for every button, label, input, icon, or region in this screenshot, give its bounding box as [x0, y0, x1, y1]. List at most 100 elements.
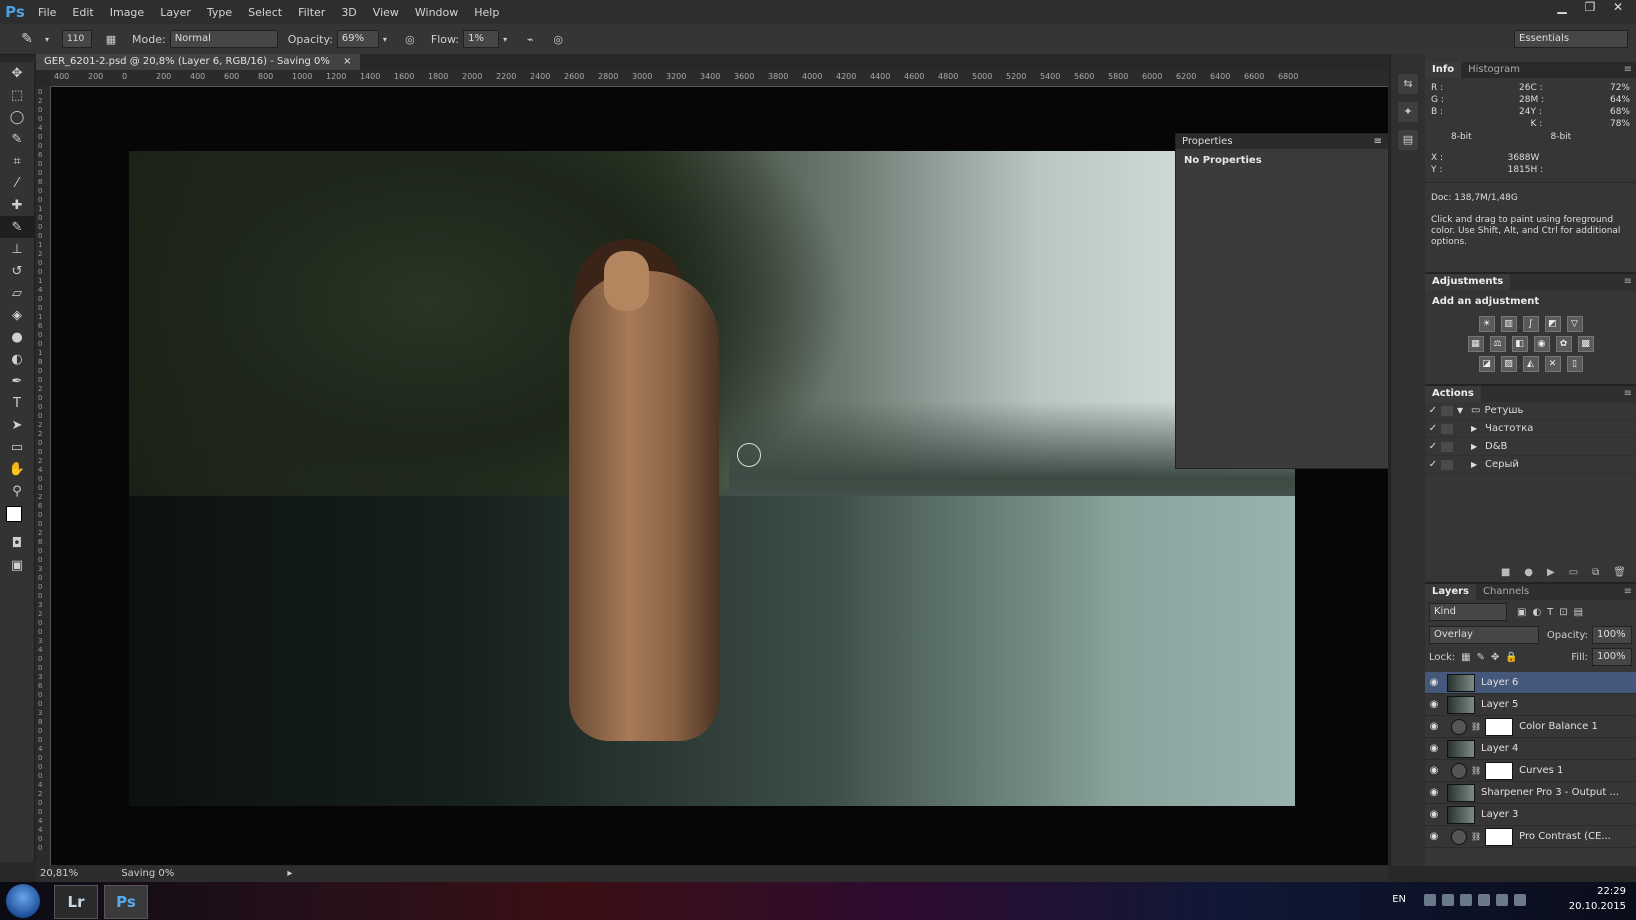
properties-panel-icon[interactable]: ▤: [1398, 130, 1418, 150]
layer-mask-thumbnail[interactable]: [1485, 827, 1514, 846]
layer-mask-thumbnail[interactable]: [1485, 761, 1514, 780]
rectangle-tool-icon[interactable]: ▭: [0, 436, 34, 458]
stop-icon[interactable]: ■: [1501, 567, 1510, 578]
invert-icon[interactable]: ◪: [1478, 356, 1495, 372]
color-balance-icon[interactable]: ⚖: [1489, 336, 1506, 352]
play-icon[interactable]: ▶: [1547, 567, 1555, 578]
layer-name[interactable]: Color Balance 1: [1519, 721, 1598, 732]
link-chain-icon[interactable]: ⛓: [1471, 722, 1481, 731]
adjustments-menu-icon[interactable]: ≡: [1624, 274, 1636, 290]
pressure-size-icon[interactable]: ◎: [547, 33, 569, 46]
vibrance-icon[interactable]: ▽: [1566, 316, 1583, 332]
action-row[interactable]: ✓ ▶ Частотка: [1425, 420, 1636, 438]
layer-name[interactable]: Layer 5: [1481, 699, 1518, 710]
dialog-toggle[interactable]: [1441, 441, 1453, 452]
expand-triangle-icon[interactable]: ▶: [1471, 424, 1485, 433]
close-window-button[interactable]: ✕: [1606, 0, 1630, 20]
layer-name[interactable]: Pro Contrast (CE...: [1519, 831, 1611, 842]
expand-triangle-icon[interactable]: ▼: [1457, 406, 1471, 415]
menu-file[interactable]: File: [30, 6, 64, 19]
selective-color-icon[interactable]: ✕: [1544, 356, 1561, 372]
crop-tool-icon[interactable]: ⌗: [0, 150, 34, 172]
visibility-eye-icon[interactable]: ◉: [1425, 831, 1443, 842]
menu-3d[interactable]: 3D: [333, 6, 364, 19]
new-action-icon[interactable]: ⧉: [1592, 567, 1599, 578]
menu-select[interactable]: Select: [240, 6, 290, 19]
layer-row[interactable]: ◉ Layer 4: [1425, 738, 1636, 760]
lock-icons[interactable]: ▦✎✥🔒: [1461, 652, 1524, 663]
photoshop-taskbar-button[interactable]: Ps: [104, 885, 148, 919]
quick-mask-icon[interactable]: ◘: [0, 532, 34, 554]
action-toggle-checkbox[interactable]: ✓: [1425, 459, 1441, 470]
pressure-opacity-icon[interactable]: ◎: [399, 33, 421, 46]
zoom-tool-icon[interactable]: ⚲: [0, 480, 34, 502]
menu-filter[interactable]: Filter: [290, 6, 333, 19]
tab-adjustments[interactable]: Adjustments: [1425, 274, 1511, 290]
workspace-select[interactable]: Essentials: [1514, 30, 1628, 48]
expand-triangle-icon[interactable]: ▶: [1471, 460, 1485, 469]
flow-field[interactable]: 1%: [463, 30, 500, 48]
layers-menu-icon[interactable]: ≡: [1624, 584, 1636, 600]
layer-name[interactable]: Layer 6: [1481, 677, 1518, 688]
quick-selection-tool-icon[interactable]: ✎: [0, 128, 34, 150]
blur-tool-icon[interactable]: ●: [0, 326, 34, 348]
visibility-eye-icon[interactable]: ◉: [1425, 677, 1443, 688]
screen-mode-icon[interactable]: ▣: [0, 554, 34, 576]
photo-filter-icon[interactable]: ◉: [1533, 336, 1550, 352]
visibility-eye-icon[interactable]: ◉: [1425, 699, 1443, 710]
record-icon[interactable]: ●: [1524, 567, 1533, 578]
lasso-tool-icon[interactable]: ◯: [0, 106, 34, 128]
path-selection-tool-icon[interactable]: ➤: [0, 414, 34, 436]
color-lookup-icon[interactable]: ▩: [1577, 336, 1594, 352]
document-tab[interactable]: GER_6201-2.psd @ 20,8% (Layer 6, RGB/16)…: [36, 54, 360, 70]
actions-menu-icon[interactable]: ≡: [1624, 386, 1636, 402]
brush-panel-icon[interactable]: ▦: [100, 33, 122, 46]
panel-menu-icon[interactable]: ≡: [1374, 134, 1388, 149]
layer-row[interactable]: ◉ Layer 6: [1425, 672, 1636, 694]
tool-presets-panel-icon[interactable]: ✦: [1398, 102, 1418, 122]
tab-layers[interactable]: Layers: [1425, 584, 1476, 600]
hand-tool-icon[interactable]: ✋: [0, 458, 34, 480]
action-set-row[interactable]: ✓ ▼ ▭ Ретушь: [1425, 402, 1636, 420]
tray-icon[interactable]: [1478, 894, 1490, 906]
lightroom-taskbar-button[interactable]: Lr: [54, 885, 98, 919]
color-swatches[interactable]: [0, 502, 34, 532]
menu-window[interactable]: Window: [407, 6, 466, 19]
brush-size-picker[interactable]: 110: [62, 30, 92, 48]
status-menu-icon[interactable]: ▸: [287, 868, 292, 879]
layer-row[interactable]: ◉ ⛓ Color Balance 1: [1425, 716, 1636, 738]
move-tool-icon[interactable]: ✥: [0, 62, 34, 84]
layer-mask-thumbnail[interactable]: [1485, 717, 1514, 736]
flow-slider-icon[interactable]: ▾: [499, 35, 511, 44]
dialog-toggle[interactable]: [1441, 405, 1453, 416]
action-toggle-checkbox[interactable]: ✓: [1425, 441, 1441, 452]
tray-icon[interactable]: [1496, 894, 1508, 906]
delete-action-icon[interactable]: 🗑: [1613, 567, 1626, 578]
layer-row[interactable]: ◉ Layer 3: [1425, 804, 1636, 826]
tray-icon[interactable]: [1424, 894, 1436, 906]
opacity-slider-icon[interactable]: ▾: [379, 35, 391, 44]
dialog-toggle[interactable]: [1441, 459, 1453, 470]
layer-thumbnail[interactable]: [1447, 739, 1475, 758]
fill-field[interactable]: 100%: [1592, 648, 1632, 666]
gradient-map-icon[interactable]: ▯: [1566, 356, 1583, 372]
layer-thumbnail[interactable]: [1447, 673, 1475, 692]
start-button[interactable]: [6, 884, 40, 918]
eraser-tool-icon[interactable]: ▱: [0, 282, 34, 304]
history-brush-tool-icon[interactable]: ↺: [0, 260, 34, 282]
marquee-tool-icon[interactable]: ⬚: [0, 84, 34, 106]
action-toggle-checkbox[interactable]: ✓: [1425, 423, 1441, 434]
blend-mode-select[interactable]: Overlay: [1429, 626, 1539, 644]
menu-edit[interactable]: Edit: [64, 6, 101, 19]
opacity-field[interactable]: 69%: [336, 30, 379, 48]
tab-info[interactable]: Info: [1425, 62, 1462, 78]
menu-type[interactable]: Type: [199, 6, 240, 19]
curves-icon[interactable]: ∫: [1522, 316, 1539, 332]
layer-name[interactable]: Layer 4: [1481, 743, 1518, 754]
menu-view[interactable]: View: [365, 6, 407, 19]
airbrush-icon[interactable]: ⌁: [519, 33, 541, 46]
link-chain-icon[interactable]: ⛓: [1471, 766, 1481, 775]
layer-row[interactable]: ◉ Sharpener Pro 3 - Output ...: [1425, 782, 1636, 804]
expand-triangle-icon[interactable]: ▶: [1471, 442, 1485, 451]
type-tool-icon[interactable]: T: [0, 392, 34, 414]
